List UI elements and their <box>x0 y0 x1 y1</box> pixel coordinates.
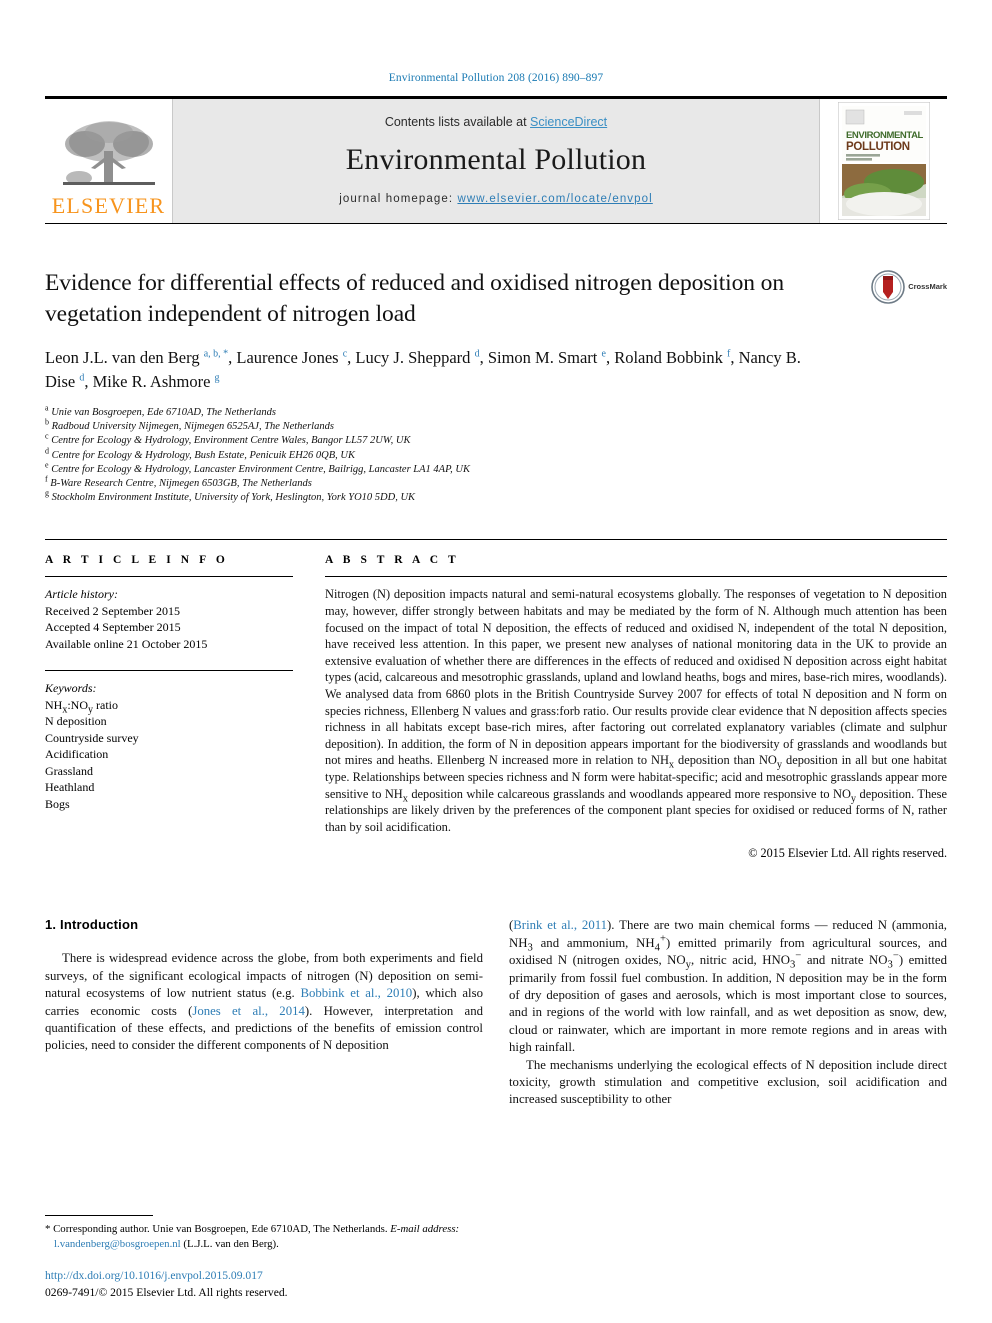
author-list: Leon J.L. van den Berg a, b, *, Laurence… <box>45 348 801 391</box>
issn-copyright-line: 0269-7491/© 2015 Elsevier Ltd. All right… <box>45 1286 288 1299</box>
affiliation-mark: d <box>45 446 49 456</box>
affiliation-item: f B-Ware Research Centre, Nijmegen 6503G… <box>45 474 947 491</box>
sciencedirect-link[interactable]: ScienceDirect <box>530 115 607 129</box>
affiliation-mark: e <box>45 460 49 470</box>
keyword-item: Heathland <box>45 780 95 795</box>
article-page: Environmental Pollution 208 (2016) 890–8… <box>0 0 992 1323</box>
corresponding-email-link[interactable]: l.vandenberg@bosgroepen.nl <box>54 1238 181 1250</box>
body-columns: 1. Introduction There is widespread evid… <box>45 917 947 1108</box>
page-footer: http://dx.doi.org/10.1016/j.envpol.2015.… <box>45 1268 545 1302</box>
copyright-line: © 2015 Elsevier Ltd. All rights reserved… <box>748 846 947 861</box>
footnote-body: * Corresponding author. Unie van Bosgroe… <box>45 1222 485 1251</box>
corresponding-author-footnote: * Corresponding author. Unie van Bosgroe… <box>45 1215 485 1251</box>
doi-link[interactable]: http://dx.doi.org/10.1016/j.envpol.2015.… <box>45 1268 545 1284</box>
keyword-item: NHx:NOy ratio <box>45 697 119 716</box>
divider <box>45 670 293 672</box>
intro-paragraph-left: There is widespread evidence across the … <box>45 951 483 1053</box>
divider <box>45 576 293 578</box>
journal-cover-thumbnail: ENVIRONMENTAL POLLUTION <box>819 99 947 223</box>
citation-link[interactable]: Jones et al., 2014 <box>192 1004 305 1018</box>
article-info-column: A R T I C L E I N F O Article history: R… <box>45 554 293 861</box>
contents-prefix: Contents lists available at <box>384 115 531 129</box>
abstract-text: Nitrogen (N) deposition impacts natural … <box>325 587 948 834</box>
abstract-column: A B S T R A C T Nitrogen (N) deposition … <box>325 554 947 861</box>
crossmark-badge[interactable]: CrossMark <box>837 268 947 394</box>
svg-text:ENVIRONMENTAL: ENVIRONMENTAL <box>846 130 924 141</box>
crossmark-label: CrossMark <box>908 282 947 292</box>
keyword-item: Grassland <box>45 763 93 778</box>
affiliation-item: d Centre for Ecology & Hydrology, Bush E… <box>45 446 947 463</box>
affiliation-item: a Unie van Bosgroepen, Ede 6710AD, The N… <box>45 403 947 420</box>
journal-homepage-line: journal homepage: www.elsevier.com/locat… <box>339 193 653 205</box>
cover-image: ENVIRONMENTAL POLLUTION <box>837 102 930 220</box>
homepage-label: journal homepage: <box>339 193 454 205</box>
journal-homepage-link[interactable]: www.elsevier.com/locate/envpol <box>457 193 652 205</box>
keywords-block: Keywords: NHx:NOy ratio N deposition Cou… <box>45 670 293 812</box>
article-history-label: Article history: <box>45 587 118 602</box>
footnote-divider <box>45 1215 153 1217</box>
history-item: Accepted 4 September 2015 <box>45 620 181 635</box>
affiliation-item: b Radboud University Nijmegen, Nijmegen … <box>45 417 947 434</box>
citation-link[interactable]: Bobbink et al., 2010 <box>300 986 412 1000</box>
body-column-right: (Brink et al., 2011). There are two main… <box>509 917 947 1108</box>
info-and-abstract: A R T I C L E I N F O Article history: R… <box>45 539 947 861</box>
affiliation-mark: c <box>45 431 49 441</box>
affiliation-text: Centre for Ecology & Hydrology, Lancaste… <box>51 463 470 475</box>
article-info-heading: A R T I C L E I N F O <box>45 554 229 567</box>
keyword-item: Bogs <box>45 796 70 811</box>
divider <box>325 576 947 578</box>
affiliation-item: c Centre for Ecology & Hydrology, Enviro… <box>45 431 947 448</box>
keyword-item: N deposition <box>45 714 107 729</box>
email-label: E-mail address: <box>390 1223 460 1236</box>
running-head: Environmental Pollution 208 (2016) 890–8… <box>388 72 604 84</box>
journal-masthead: ELSEVIER Contents lists available at Sci… <box>45 96 947 224</box>
affiliation-mark: g <box>45 488 49 498</box>
elsevier-logo: ELSEVIER <box>45 99 173 223</box>
affiliation-mark: a <box>45 403 49 413</box>
section-heading-introduction: 1. Introduction <box>45 917 139 933</box>
elsevier-wordmark: ELSEVIER <box>51 193 166 218</box>
affiliation-item: g Stockholm Environment Institute, Unive… <box>45 488 947 505</box>
history-item: Received 2 September 2015 <box>45 603 180 618</box>
affiliation-text: Centre for Ecology & Hydrology, Bush Est… <box>51 449 356 461</box>
elsevier-tree-icon <box>62 121 155 185</box>
masthead-center: Contents lists available at ScienceDirec… <box>173 99 819 223</box>
footnote-marker: * <box>45 1223 51 1236</box>
journal-title: Environmental Pollution <box>345 143 647 176</box>
article-history-list: Received 2 September 2015 Accepted 4 Sep… <box>45 603 293 653</box>
corresponding-author-text: Corresponding author. Unie van Bosgroepe… <box>53 1223 388 1236</box>
keywords-list: NHx:NOy ratio N deposition Countryside s… <box>45 697 293 813</box>
intro-paragraph-right-2: The mechanisms underlying the ecological… <box>509 1057 947 1107</box>
affiliation-text: B-Ware Research Centre, Nijmegen 6503GB,… <box>50 478 312 490</box>
abstract-heading: A B S T R A C T <box>325 554 460 567</box>
email-owner: (L.J.L. van den Berg). <box>183 1237 279 1250</box>
keyword-item: Acidification <box>45 747 109 762</box>
page-title: Evidence for differential effects of red… <box>45 270 784 327</box>
citation-link[interactable]: Brink et al., 2011 <box>513 918 607 932</box>
affiliation-text: Centre for Ecology & Hydrology, Environm… <box>51 435 411 447</box>
contents-available-line: Contents lists available at ScienceDirec… <box>385 115 607 129</box>
affiliation-mark: f <box>45 474 48 484</box>
affiliation-list: a Unie van Bosgroepen, Ede 6710AD, The N… <box>45 403 947 505</box>
svg-text:POLLUTION: POLLUTION <box>846 141 910 153</box>
body-column-left: 1. Introduction There is widespread evid… <box>45 917 483 1108</box>
title-block: Evidence for differential effects of red… <box>45 268 947 394</box>
affiliation-text: Stockholm Environment Institute, Univers… <box>51 492 416 504</box>
crossmark-icon <box>871 270 906 304</box>
keyword-item: Countryside survey <box>45 730 139 745</box>
affiliation-text: Unie van Bosgroepen, Ede 6710AD, The Net… <box>51 407 276 418</box>
affiliation-text: Radboud University Nijmegen, Nijmegen 65… <box>51 421 334 433</box>
keywords-label: Keywords: <box>45 681 97 696</box>
intro-paragraph-right-1: (Brink et al., 2011). There are two main… <box>509 918 947 1055</box>
affiliation-mark: b <box>45 417 49 427</box>
history-item: Available online 21 October 2015 <box>45 636 208 651</box>
affiliation-item: e Centre for Ecology & Hydrology, Lancas… <box>45 460 947 477</box>
